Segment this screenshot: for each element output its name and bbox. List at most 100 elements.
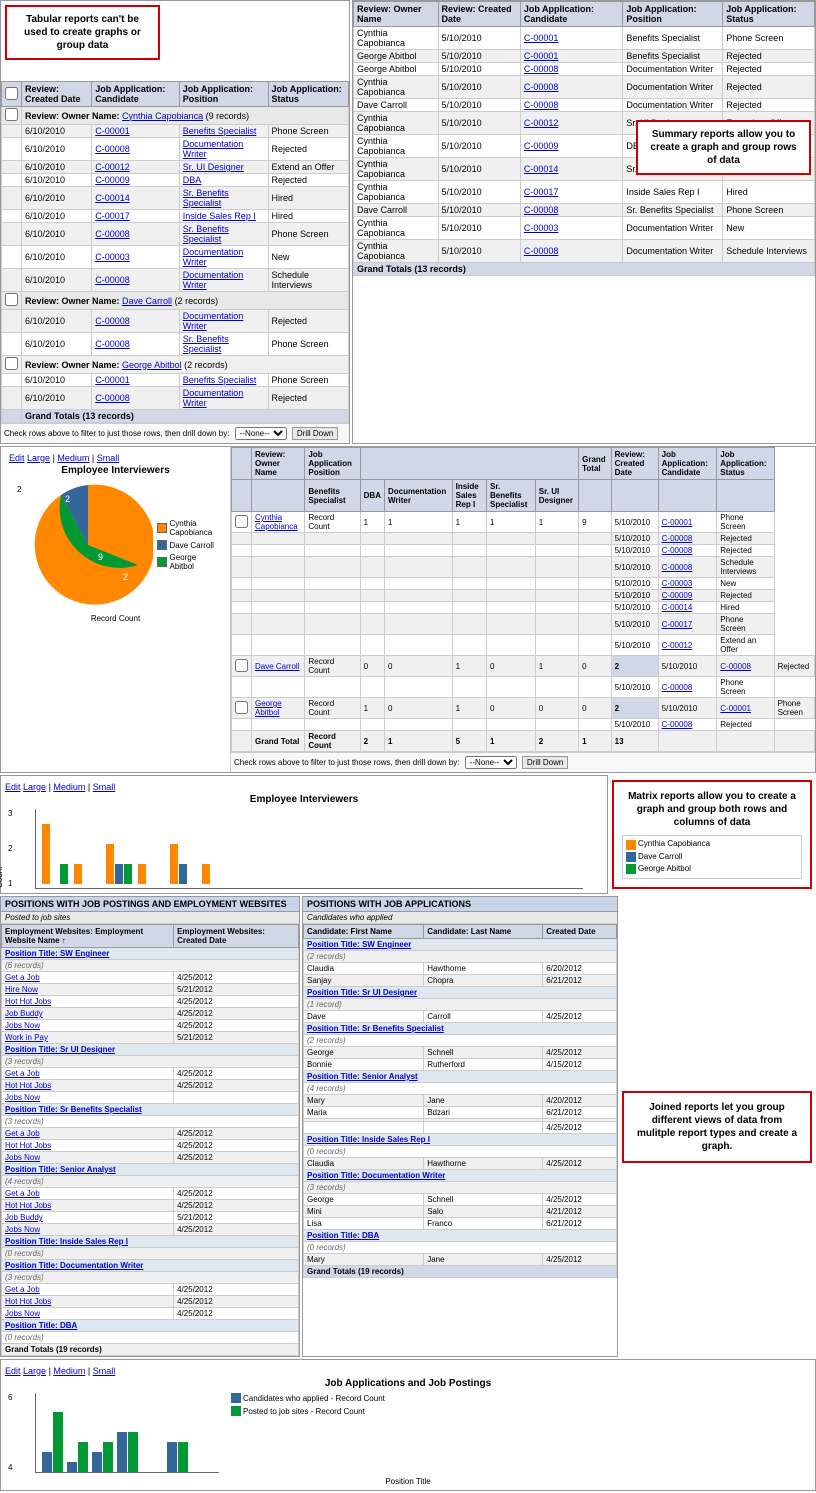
bar-section: Edit Large | Medium | Small Employee Int…	[0, 775, 816, 894]
pie-x-label: Record Count	[5, 614, 226, 623]
bottom-group-3	[92, 1442, 113, 1472]
bar-legend: Cynthia Capobianca Dave Carroll George A…	[622, 835, 802, 878]
bar-cynthia-5	[170, 844, 178, 884]
pie-y-axis: 2	[17, 485, 21, 605]
bottom-group-6	[167, 1442, 188, 1472]
edit-links-pie: Edit Large | Medium | Small	[5, 451, 226, 465]
bar-cynthia-2	[74, 864, 82, 884]
btm-bar-b2	[67, 1462, 77, 1472]
right-joined-report: POSITIONS WITH JOB APPLICATIONS Candidat…	[302, 896, 618, 1357]
select-all-checkbox[interactable]	[5, 87, 18, 100]
pie-legend: CynthiaCapobianca Dave Carroll GeorgeAbi…	[157, 519, 213, 571]
left-joined-table: Employment Websites: Employment Website …	[1, 924, 299, 1356]
bar-group-3	[106, 844, 132, 884]
bottom-x-label: Position Title	[5, 1477, 811, 1486]
bar-dave-5	[179, 864, 187, 884]
legend-color-dave	[157, 540, 167, 550]
tabular-table: Review: Created Date Job Application: Ca…	[1, 81, 349, 423]
col-candidate: Job Application: Candidate	[92, 82, 180, 107]
dave-link[interactable]: Dave Carroll	[122, 296, 172, 306]
btm-bar-g2	[78, 1442, 88, 1472]
btm-bar-b1	[42, 1452, 52, 1472]
drill-select[interactable]: --None--	[235, 427, 287, 440]
matrix-drill-select[interactable]: --None--	[465, 756, 517, 769]
matrix-drill-controls: Check rows above to filter to just those…	[231, 752, 815, 772]
btm-bar-b6	[167, 1442, 177, 1472]
drill-button[interactable]: Drill Down	[292, 427, 338, 440]
legend-color-cynthia	[157, 523, 167, 533]
bar-group-4	[138, 864, 164, 884]
matrix-table-section: Review: Owner Name Job Application Posit…	[231, 447, 815, 772]
tabular-callout: Tabular reports can't be used to create …	[5, 5, 160, 60]
left-joined-report: POSITIONS WITH JOB POSTINGS AND EMPLOYME…	[0, 896, 300, 1357]
matrix-drill-button[interactable]: Drill Down	[522, 756, 568, 769]
middle-section: Edit Large | Medium | Small Employee Int…	[0, 446, 816, 773]
bar-chart-section: Edit Large | Medium | Small Employee Int…	[0, 775, 608, 894]
drill-controls: Check rows above to filter to just those…	[1, 423, 349, 443]
bar-chart-bars: 3 2 1	[35, 809, 583, 889]
bar-george-3	[124, 864, 132, 884]
joined-callout: Joined reports let you group different v…	[622, 1091, 812, 1163]
bottom-bars: 6 4 Record Count	[35, 1393, 219, 1473]
pie-slice-cynthia	[35, 485, 153, 605]
bar-group-2	[74, 864, 100, 884]
matrix-callout: Matrix reports allow you to create a gra…	[612, 780, 812, 888]
bar-group-6	[202, 864, 228, 884]
btm-bar-g6	[178, 1442, 188, 1472]
joined-section: POSITIONS WITH JOB POSTINGS AND EMPLOYME…	[0, 896, 816, 1357]
bottom-y-axis: 6 4	[8, 1393, 12, 1472]
bottom-y-label: Record Count	[0, 1423, 2, 1472]
bar-group-5	[170, 844, 196, 884]
group-checkbox-2[interactable]	[5, 293, 18, 306]
bottom-chart-title: Job Applications and Job Postings	[5, 1378, 811, 1389]
right-joined-subtitle: Candidates who applied	[303, 912, 617, 924]
bar-cynthia-3	[106, 844, 114, 884]
bar-group-1	[42, 824, 68, 884]
bottom-chart-section: Edit Large | Medium | Small Job Applicat…	[0, 1359, 816, 1491]
btm-bar-b3	[92, 1452, 102, 1472]
edit-links-bar: Edit Large | Medium | Small	[5, 780, 603, 794]
bottom-group-1	[42, 1412, 63, 1472]
tabular-report: Review: Created Date Job Application: Ca…	[0, 0, 350, 444]
legend-color-george	[157, 557, 167, 567]
bottom-legend: Candidates who applied - Record Count Po…	[231, 1393, 385, 1416]
george-link[interactable]: George Abitbol	[122, 360, 182, 370]
summary-callout: Summary reports allow you to create a gr…	[636, 120, 811, 175]
left-joined-total: Grand Totals (19 records)	[2, 1344, 299, 1356]
group-checkbox-3[interactable]	[5, 357, 18, 370]
bar-cynthia-1	[42, 824, 50, 884]
bar-cynthia-6	[202, 864, 210, 884]
btm-bar-g1	[53, 1412, 63, 1472]
legend-item-1: CynthiaCapobianca	[157, 519, 213, 537]
bar-dave-3	[115, 864, 123, 884]
page-container: Tabular reports can't be used to create …	[0, 0, 816, 1491]
svg-text:2: 2	[65, 494, 70, 504]
svg-text:9: 9	[98, 552, 103, 562]
svg-text:2: 2	[123, 572, 128, 582]
right-joined-title: POSITIONS WITH JOB APPLICATIONS	[303, 897, 617, 912]
pie-chart-title: Employee Interviewers	[5, 465, 226, 476]
bar-cynthia-4	[138, 864, 146, 884]
bar-y-axis: 3 2 1	[8, 809, 12, 888]
group-name-link[interactable]: Cynthia Capobianca	[122, 111, 203, 121]
bottom-group-2	[67, 1442, 88, 1472]
left-joined-title: POSITIONS WITH JOB POSTINGS AND EMPLOYME…	[1, 897, 299, 912]
pie-chart-section: Edit Large | Medium | Small Employee Int…	[1, 447, 231, 772]
col-status: Job Application: Status	[268, 82, 348, 107]
group-checkbox[interactable]	[5, 108, 18, 121]
btm-bar-g4	[128, 1432, 138, 1472]
bar-chart-title: Employee Interviewers	[5, 794, 603, 805]
col-position: Job Application: Position	[179, 82, 268, 107]
pie-chart-svg: 9 2 2	[23, 480, 153, 610]
btm-bar-b4	[117, 1432, 127, 1472]
btm-bar-g3	[103, 1442, 113, 1472]
right-joined-total: Grand Totals (19 records)	[304, 1266, 617, 1278]
left-joined-subtitle: Posted to job sites	[1, 912, 299, 924]
col-created-date: Review: Created Date	[22, 82, 92, 107]
legend-item-2: Dave Carroll	[157, 540, 213, 550]
summary-report: Review: Owner Name Review: Created Date …	[352, 0, 816, 444]
tabular-grand-total: Grand Totals (13 records)	[22, 410, 349, 423]
summary-grand-total: Grand Totals (13 records)	[354, 263, 815, 276]
legend-item-3: GeorgeAbitbol	[157, 553, 213, 571]
edit-links-bottom: Edit Large | Medium | Small	[5, 1364, 811, 1378]
